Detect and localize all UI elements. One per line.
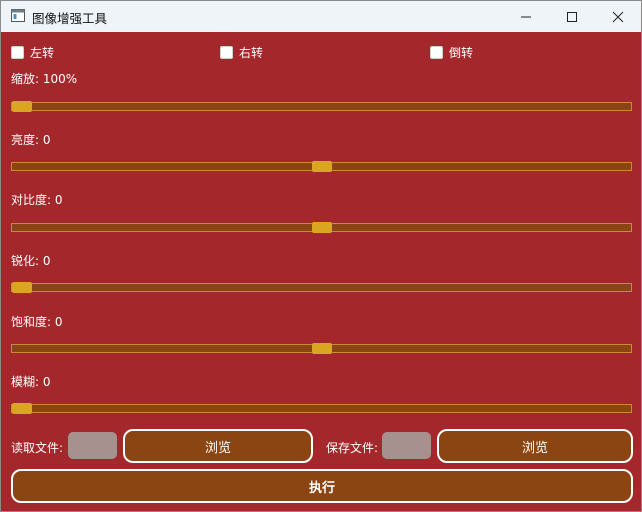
close-icon (612, 11, 624, 22)
title-bar[interactable]: 图像增强工具 (1, 1, 641, 32)
sharpen-slider[interactable] (11, 282, 632, 293)
brightness-label: 亮度: 0 (11, 133, 51, 147)
slider-handle[interactable] (11, 282, 32, 293)
brightness-slider[interactable] (11, 161, 632, 172)
checkbox-box[interactable] (430, 46, 443, 59)
app-icon (11, 9, 25, 22)
browse-read-button[interactable]: 浏览 (123, 429, 313, 463)
blur-label: 模糊: 0 (11, 375, 51, 389)
window-title: 图像增强工具 (32, 11, 108, 26)
checkbox-box[interactable] (11, 46, 24, 59)
flip-checkbox[interactable]: 倒转 (430, 44, 473, 61)
slider-handle[interactable] (11, 403, 32, 414)
contrast-slider[interactable] (11, 222, 632, 233)
app-window: 图像增强工具 左转 右转 倒转 缩放: 100% 亮度: 0 对比度: 0 锐化… (0, 0, 642, 512)
minimize-icon (521, 16, 531, 17)
maximize-button[interactable] (549, 1, 595, 32)
rotate-left-checkbox[interactable]: 左转 (11, 44, 54, 61)
sharpen-label: 锐化: 0 (11, 254, 51, 268)
save-file-label: 保存文件: (326, 441, 379, 455)
saturation-slider[interactable] (11, 343, 632, 354)
rotate-right-checkbox[interactable]: 右转 (220, 44, 263, 61)
slider-handle[interactable] (311, 161, 332, 172)
read-file-label: 读取文件: (11, 441, 64, 455)
execute-button[interactable]: 执行 (11, 469, 633, 503)
checkbox-label: 右转 (239, 46, 264, 60)
contrast-label: 对比度: 0 (11, 193, 63, 207)
read-file-field[interactable] (68, 432, 117, 459)
slider-handle[interactable] (311, 222, 332, 233)
close-button[interactable] (595, 1, 641, 32)
zoom-slider[interactable] (11, 101, 632, 112)
checkbox-label: 左转 (30, 46, 55, 60)
saturation-label: 饱和度: 0 (11, 315, 63, 329)
blur-slider[interactable] (11, 403, 632, 414)
checkbox-box[interactable] (220, 46, 233, 59)
maximize-icon (567, 11, 577, 22)
save-file-field[interactable] (382, 432, 431, 459)
slider-handle[interactable] (11, 101, 32, 112)
zoom-label: 缩放: 100% (11, 72, 78, 86)
checkbox-label: 倒转 (449, 46, 474, 60)
slider-handle[interactable] (311, 343, 332, 354)
minimize-button[interactable] (503, 1, 549, 32)
browse-save-button[interactable]: 浏览 (437, 429, 633, 463)
